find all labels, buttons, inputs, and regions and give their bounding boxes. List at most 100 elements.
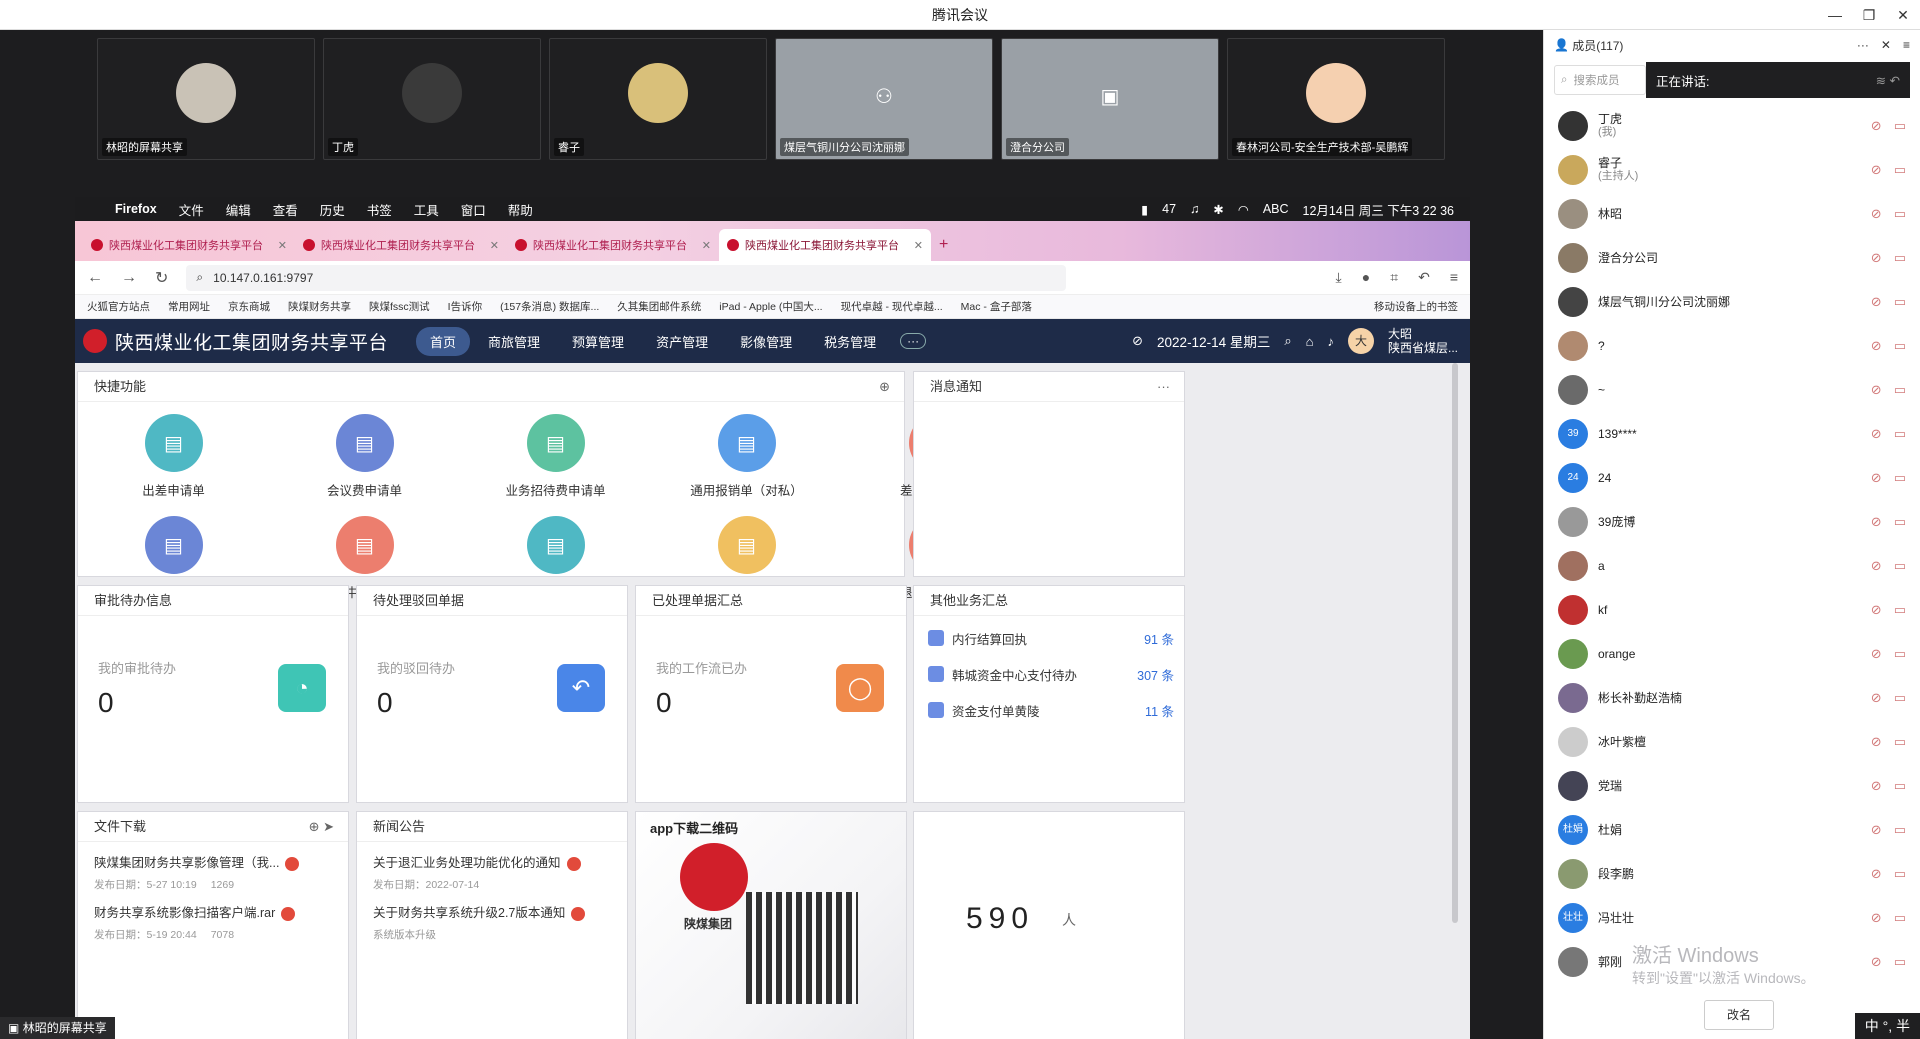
menubar-clock[interactable]: 12月14日 周三 下午3 22 36 (1303, 200, 1454, 219)
camera-off-icon[interactable]: ▭ (1894, 866, 1906, 882)
mic-muted-icon[interactable]: ⊘ (1871, 206, 1882, 222)
close-tab-icon[interactable]: ✕ (278, 239, 287, 252)
camera-off-icon[interactable]: ▭ (1894, 294, 1906, 310)
camera-off-icon[interactable]: ▭ (1894, 206, 1906, 222)
browser-tab[interactable]: 陕西煤业化工集团财务共享平台 ✕ (507, 229, 719, 261)
camera-off-icon[interactable]: ▭ (1894, 118, 1906, 134)
menu-tools[interactable]: 工具 (414, 200, 439, 219)
member-search-input[interactable]: ⌕ 搜索成员 (1554, 65, 1646, 95)
mic-muted-icon[interactable]: ⊘ (1871, 954, 1882, 970)
ime-indicator[interactable]: 中 °, 半 (1854, 1013, 1920, 1039)
mic-muted-icon[interactable]: ⊘ (1871, 294, 1882, 310)
mic-muted-icon[interactable]: ⊘ (1871, 514, 1882, 530)
mic-muted-icon[interactable]: ⊘ (1871, 558, 1882, 574)
url-field[interactable]: ⌕ 10.147.0.161:9797 (186, 264, 1067, 291)
menu-file[interactable]: 文件 (179, 200, 204, 219)
member-row[interactable]: 彬长补勤赵浩楠 ⊘ ▭ (1544, 676, 1920, 720)
file-row[interactable]: 陕煤集团财务共享影像管理（我... 发布日期：5-27 10:19 1269 (78, 842, 348, 892)
member-row[interactable]: 壮壮 冯壮壮 ⊘ ▭ (1544, 896, 1920, 940)
user-info[interactable]: 大昭 陕西省煤层... (1388, 327, 1458, 355)
mic-muted-icon[interactable]: ⊘ (1871, 910, 1882, 926)
add-send-icons[interactable]: ⊕ ➤ (309, 812, 334, 842)
stat-card-approval[interactable]: 审批待办信息 我的审批待办 0 ◔ (77, 585, 349, 803)
quick-item[interactable]: ▤ 业务招待费申请单 (460, 412, 651, 510)
back-icon[interactable]: ← (87, 269, 103, 287)
home-icon[interactable]: ⌂ (1306, 334, 1314, 349)
bell-icon[interactable]: ♪ (1327, 334, 1334, 349)
member-row[interactable]: 39庞博 ⊘ ▭ (1544, 500, 1920, 544)
camera-off-icon[interactable]: ▭ (1894, 690, 1906, 706)
quick-item[interactable]: ▤ 会议费申请单 (269, 412, 460, 510)
mic-muted-icon[interactable]: ⊘ (1871, 162, 1882, 178)
close-tab-icon[interactable]: ✕ (702, 239, 711, 252)
add-icon[interactable]: ⊕ (879, 372, 890, 402)
close-tab-icon[interactable]: ✕ (914, 239, 923, 252)
mic-muted-icon[interactable]: ⊘ (1871, 690, 1882, 706)
bookmark-item[interactable]: 现代卓越 - 现代卓越... (841, 299, 943, 314)
bookmark-item[interactable]: I告诉你 (448, 299, 482, 314)
bookmark-item[interactable]: 京东商城 (228, 299, 270, 314)
member-row[interactable]: 24 24 ⊘ ▭ (1544, 456, 1920, 500)
other-row[interactable]: 内行结算回执 91 条 (914, 620, 1184, 656)
stat-card-processed[interactable]: 已处理单据汇总 我的工作流已办 0 ◯ (635, 585, 907, 803)
keyboard-layout[interactable]: ABC (1263, 202, 1289, 216)
camera-off-icon[interactable]: ▭ (1894, 822, 1906, 838)
member-row[interactable]: kf ⊘ ▭ (1544, 588, 1920, 632)
battery-icon[interactable]: ▮ (1141, 202, 1148, 217)
member-row[interactable]: orange ⊘ ▭ (1544, 632, 1920, 676)
more-menu-button[interactable]: ··· (900, 333, 927, 349)
mic-muted-icon[interactable]: ⊘ (1871, 470, 1882, 486)
bluetooth-icon[interactable]: ✱ (1213, 202, 1223, 217)
mic-muted-icon[interactable]: ⊘ (1871, 118, 1882, 134)
bookmark-item[interactable]: 火狐官方站点 (87, 299, 150, 314)
undo-icon[interactable]: ↶ (1418, 269, 1430, 286)
menu-help[interactable]: 帮助 (508, 200, 533, 219)
mic-muted-icon[interactable]: ⊘ (1871, 822, 1882, 838)
browser-tab[interactable]: 陕西煤业化工集团财务共享平台 ✕ (719, 229, 931, 261)
forward-icon[interactable]: → (121, 269, 137, 287)
member-row[interactable]: 杜娟 杜娟 ⊘ ▭ (1544, 808, 1920, 852)
close-panel-icon[interactable]: ✕ (1881, 38, 1891, 52)
bookmark-item[interactable]: iPad - Apple (中国大... (719, 299, 822, 314)
compass-icon[interactable]: ⊘ (1132, 333, 1143, 349)
download-icon[interactable]: ⤓ (1336, 269, 1342, 286)
reload-icon[interactable]: ↻ (155, 268, 168, 288)
browser-tab[interactable]: 陕西煤业化工集团财务共享平台 ✕ (83, 229, 295, 261)
mic-muted-icon[interactable]: ⊘ (1871, 338, 1882, 354)
camera-off-icon[interactable]: ▭ (1894, 338, 1906, 354)
wifi-icon[interactable]: ◠ (1238, 202, 1249, 217)
video-tile[interactable]: ▣ 澄合分公司 (1001, 38, 1219, 160)
member-row[interactable]: 林昭 ⊘ ▭ (1544, 192, 1920, 236)
video-tile[interactable]: ⚇ 煤层气铜川分公司沈丽娜 (775, 38, 993, 160)
bookmark-item[interactable]: 陕煤fssc测试 (369, 299, 430, 314)
member-row[interactable]: a ⊘ ▭ (1544, 544, 1920, 588)
camera-off-icon[interactable]: ▭ (1894, 734, 1906, 750)
mobile-bookmarks[interactable]: 移动设备上的书签 (1374, 299, 1458, 314)
bookmark-item[interactable]: (157条消息) 数据库... (500, 299, 599, 314)
nav-item[interactable]: 商旅管理 (474, 327, 554, 356)
member-row[interactable]: ~ ⊘ ▭ (1544, 368, 1920, 412)
camera-off-icon[interactable]: ▭ (1894, 470, 1906, 486)
file-row[interactable]: 财务共享系统影像扫描客户端.rar 发布日期：5-19 20:44 7078 (78, 892, 348, 942)
new-tab-button[interactable]: + (931, 229, 961, 261)
mic-muted-icon[interactable]: ⊘ (1871, 602, 1882, 618)
headphones-icon[interactable]: ♫ (1190, 202, 1199, 216)
member-row[interactable]: 段李鹏 ⊘ ▭ (1544, 852, 1920, 896)
quick-item[interactable]: ▤ 通用报销单（对私） (651, 412, 842, 510)
quick-item[interactable]: ▤ 出差申请单 (78, 412, 269, 510)
maximize-button[interactable]: ❐ (1852, 0, 1886, 30)
camera-off-icon[interactable]: ▭ (1894, 426, 1906, 442)
other-row[interactable]: 资金支付单黄陵 11 条 (914, 692, 1184, 728)
mic-muted-icon[interactable]: ⊘ (1871, 426, 1882, 442)
video-tile[interactable]: 春林河公司-安全生产技术部-吴鹏辉 (1227, 38, 1445, 160)
camera-off-icon[interactable]: ▭ (1894, 646, 1906, 662)
menu-view[interactable]: 查看 (273, 200, 298, 219)
scrollbar[interactable] (1452, 363, 1458, 923)
menu-history[interactable]: 历史 (320, 200, 345, 219)
member-row[interactable]: ? ⊘ ▭ (1544, 324, 1920, 368)
nav-item[interactable]: 资产管理 (642, 327, 722, 356)
member-row[interactable]: 澄合分公司 ⊘ ▭ (1544, 236, 1920, 280)
browser-tab[interactable]: 陕西煤业化工集团财务共享平台 ✕ (295, 229, 507, 261)
camera-off-icon[interactable]: ▭ (1894, 514, 1906, 530)
camera-off-icon[interactable]: ▭ (1894, 778, 1906, 794)
